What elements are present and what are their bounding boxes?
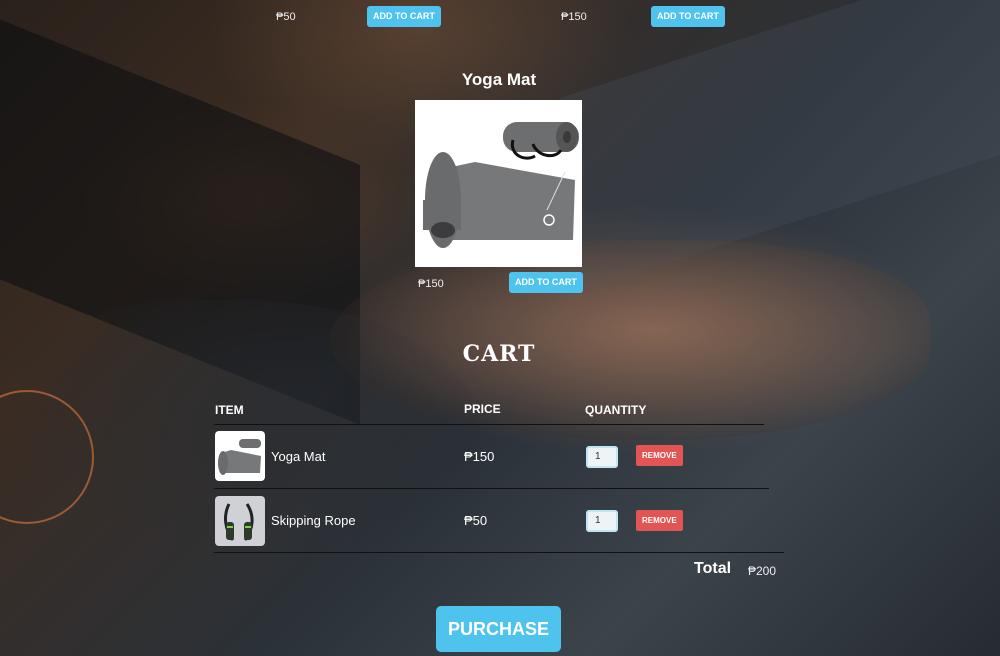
purchase-button[interactable]: PURCHASE <box>436 606 561 652</box>
divider <box>214 488 769 489</box>
add-to-cart-button[interactable]: ADD TO CART <box>651 6 725 27</box>
cart-item-thumbnail <box>215 496 265 546</box>
cart-item-thumbnail <box>215 431 265 481</box>
add-to-cart-button[interactable]: ADD TO CART <box>509 272 583 293</box>
cart-item-price: ₱150 <box>464 449 495 464</box>
column-header-quantity: QUANTITY <box>585 403 647 417</box>
divider <box>214 424 764 425</box>
cart-title: CART <box>462 341 536 367</box>
total-label: Total <box>694 560 732 577</box>
quantity-input[interactable]: 1 <box>586 510 618 532</box>
product-title: Yoga Mat <box>461 70 537 89</box>
column-header-item: ITEM <box>215 403 244 417</box>
remove-button[interactable]: REMOVE <box>636 510 683 531</box>
divider <box>214 552 784 553</box>
total-value: ₱200 <box>748 564 777 578</box>
remove-button[interactable]: REMOVE <box>636 445 683 466</box>
product-price: ₱150 <box>561 11 587 23</box>
column-header-price: PRICE <box>464 402 501 416</box>
quantity-input[interactable]: 1 <box>586 446 618 468</box>
cart-item-price: ₱50 <box>464 513 488 528</box>
cart-item-name: Skipping Rope <box>271 513 356 528</box>
background-photo <box>0 0 1000 656</box>
product-price: ₱50 <box>276 11 296 23</box>
product-price: ₱150 <box>418 278 444 290</box>
yoga-mat-image <box>415 100 582 267</box>
add-to-cart-button[interactable]: ADD TO CART <box>367 6 441 27</box>
cart-item-name: Yoga Mat <box>271 449 326 464</box>
